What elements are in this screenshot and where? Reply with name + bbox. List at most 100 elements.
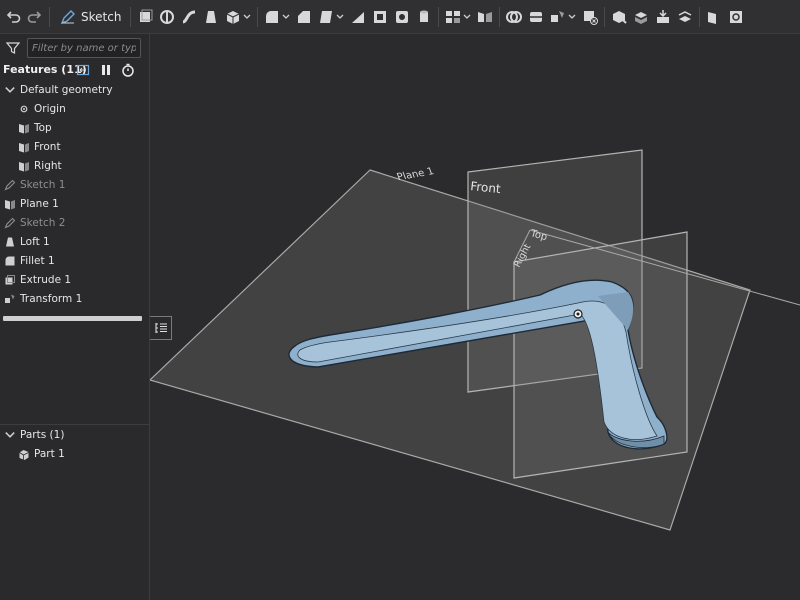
filter-row [0, 36, 149, 60]
toolbar: Sketch [0, 0, 800, 34]
chevron-down-icon[interactable] [281, 5, 291, 29]
default-geometry-label: Default geometry [20, 83, 113, 96]
sketch-icon [4, 217, 16, 229]
mate-connector-icon[interactable] [727, 5, 745, 29]
extrude-icon [5, 274, 15, 284]
feature-item-sketch-1[interactable]: Sketch 1 [4, 175, 65, 194]
rollback-to-end-icon[interactable] [76, 63, 90, 77]
transform-icon [5, 294, 15, 303]
chevron-down-icon[interactable] [4, 84, 16, 96]
filter-icon[interactable] [6, 41, 20, 55]
feature-item-origin[interactable]: Origin [18, 99, 66, 118]
filter-input[interactable] [27, 38, 141, 58]
feature-label: Sketch 1 [20, 178, 66, 191]
feature-item-transform-1[interactable]: Transform 1 [4, 289, 82, 308]
feature-label: Origin [34, 102, 66, 115]
sweep-icon[interactable] [180, 5, 198, 29]
extrude-icon[interactable] [136, 5, 154, 29]
move-face-icon[interactable] [632, 5, 650, 29]
toolbar-separator [699, 6, 701, 27]
feature-label: Plane 1 [20, 197, 59, 210]
feature-list-toggle[interactable] [150, 316, 172, 340]
offset-surface-icon[interactable] [676, 5, 694, 29]
plane-icon [19, 142, 29, 152]
cylinder-icon[interactable] [415, 5, 433, 29]
feature-label: Extrude 1 [20, 273, 72, 286]
sketch-button[interactable]: Sketch [55, 5, 125, 29]
part-item-1[interactable]: Part 1 [18, 444, 65, 463]
feature-label: Sketch 2 [20, 216, 66, 229]
feature-label: Front [34, 140, 61, 153]
origin-marker[interactable] [573, 309, 583, 319]
list-icon [154, 323, 167, 333]
transform-icon[interactable] [549, 5, 567, 29]
feature-item-front[interactable]: Front [18, 137, 61, 156]
plane-icon[interactable] [705, 5, 723, 29]
stopwatch-icon[interactable] [121, 63, 135, 77]
toolbar-separator [604, 6, 606, 27]
toolbar-separator [438, 6, 440, 27]
chevron-down-icon[interactable] [462, 5, 472, 29]
fillet-icon [5, 256, 15, 265]
feature-label: Right [34, 159, 62, 172]
chamfer-icon[interactable] [295, 5, 313, 29]
fillet-icon[interactable] [263, 5, 281, 29]
mirror-icon[interactable] [476, 5, 494, 29]
feature-item-plane-1[interactable]: Plane 1 [4, 194, 59, 213]
feature-item-extrude-1[interactable]: Extrude 1 [4, 270, 71, 289]
delete-part-icon[interactable] [581, 5, 599, 29]
feature-label: Loft 1 [20, 235, 50, 248]
feature-list-panel: Features (11) Default geometry Origin To… [0, 34, 150, 600]
revolve-icon[interactable] [158, 5, 176, 29]
rib-icon[interactable] [349, 5, 367, 29]
toolbar-separator [49, 6, 50, 27]
pattern-icon[interactable] [444, 5, 462, 29]
undo-icon[interactable] [4, 5, 22, 29]
chevron-down-icon[interactable] [335, 5, 345, 29]
features-header: Features (11) [0, 60, 149, 80]
plane-1-label: Plane 1 [396, 166, 436, 183]
toolbar-separator [130, 6, 132, 27]
feature-item-sketch-2[interactable]: Sketch 2 [4, 213, 65, 232]
parts-title: Parts (1) [20, 428, 65, 441]
feature-item-fillet-1[interactable]: Fillet 1 [4, 251, 55, 270]
chevron-down-icon[interactable] [242, 5, 252, 29]
toolbar-separator [257, 6, 259, 27]
sketch-icon [4, 179, 16, 191]
feature-item-right[interactable]: Right [18, 156, 62, 175]
rollback-bar[interactable] [3, 316, 142, 321]
boolean-icon[interactable] [505, 5, 523, 29]
modify-fillet-icon[interactable] [610, 5, 628, 29]
shell-icon[interactable] [371, 5, 389, 29]
feature-label: Top [34, 121, 52, 134]
loft-icon [6, 237, 14, 246]
part-icon [19, 449, 29, 460]
thicken-icon[interactable] [224, 5, 242, 29]
origin-icon [20, 105, 28, 112]
model-scene[interactable]: Plane 1 Front Top Right [150, 34, 800, 600]
chevron-down-icon[interactable] [4, 429, 16, 441]
plane-icon [19, 161, 29, 171]
graphics-viewport[interactable]: Plane 1 Front Top Right [150, 34, 800, 600]
sketch-pencil-icon [60, 9, 75, 24]
sketch-label: Sketch [81, 9, 122, 24]
part-label: Part 1 [34, 447, 65, 460]
features-title: Features (11) [3, 63, 87, 76]
loft-icon[interactable] [202, 5, 220, 29]
hole-icon[interactable] [393, 5, 411, 29]
replace-face-icon[interactable] [654, 5, 672, 29]
chevron-down-icon[interactable] [567, 5, 577, 29]
feature-label: Fillet 1 [20, 254, 55, 267]
redo-icon[interactable] [26, 5, 44, 29]
plane-icon [5, 199, 15, 209]
split-icon[interactable] [527, 5, 545, 29]
parts-group[interactable]: Parts (1) [4, 425, 64, 444]
feature-item-top[interactable]: Top [18, 118, 52, 137]
pause-icon[interactable] [99, 63, 113, 77]
feature-item-loft-1[interactable]: Loft 1 [4, 232, 50, 251]
toolbar-separator [499, 6, 501, 27]
feature-label: Transform 1 [20, 292, 83, 305]
plane-icon [19, 123, 29, 133]
default-geometry-group[interactable]: Default geometry [4, 80, 113, 99]
draft-icon[interactable] [317, 5, 335, 29]
